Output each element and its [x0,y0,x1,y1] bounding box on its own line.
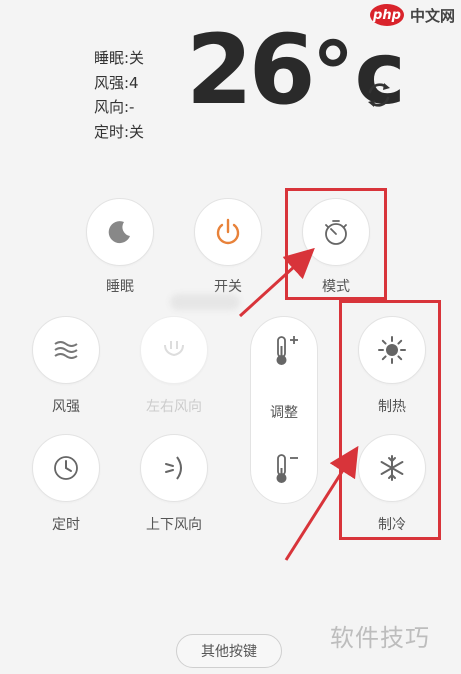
watermark-bottom: 软件技巧 [330,624,430,652]
other-keys-button[interactable]: 其他按键 [176,634,282,668]
arrow-to-mode [238,247,315,318]
annotation-arrows [238,247,359,561]
arrow-to-cool [284,445,359,561]
